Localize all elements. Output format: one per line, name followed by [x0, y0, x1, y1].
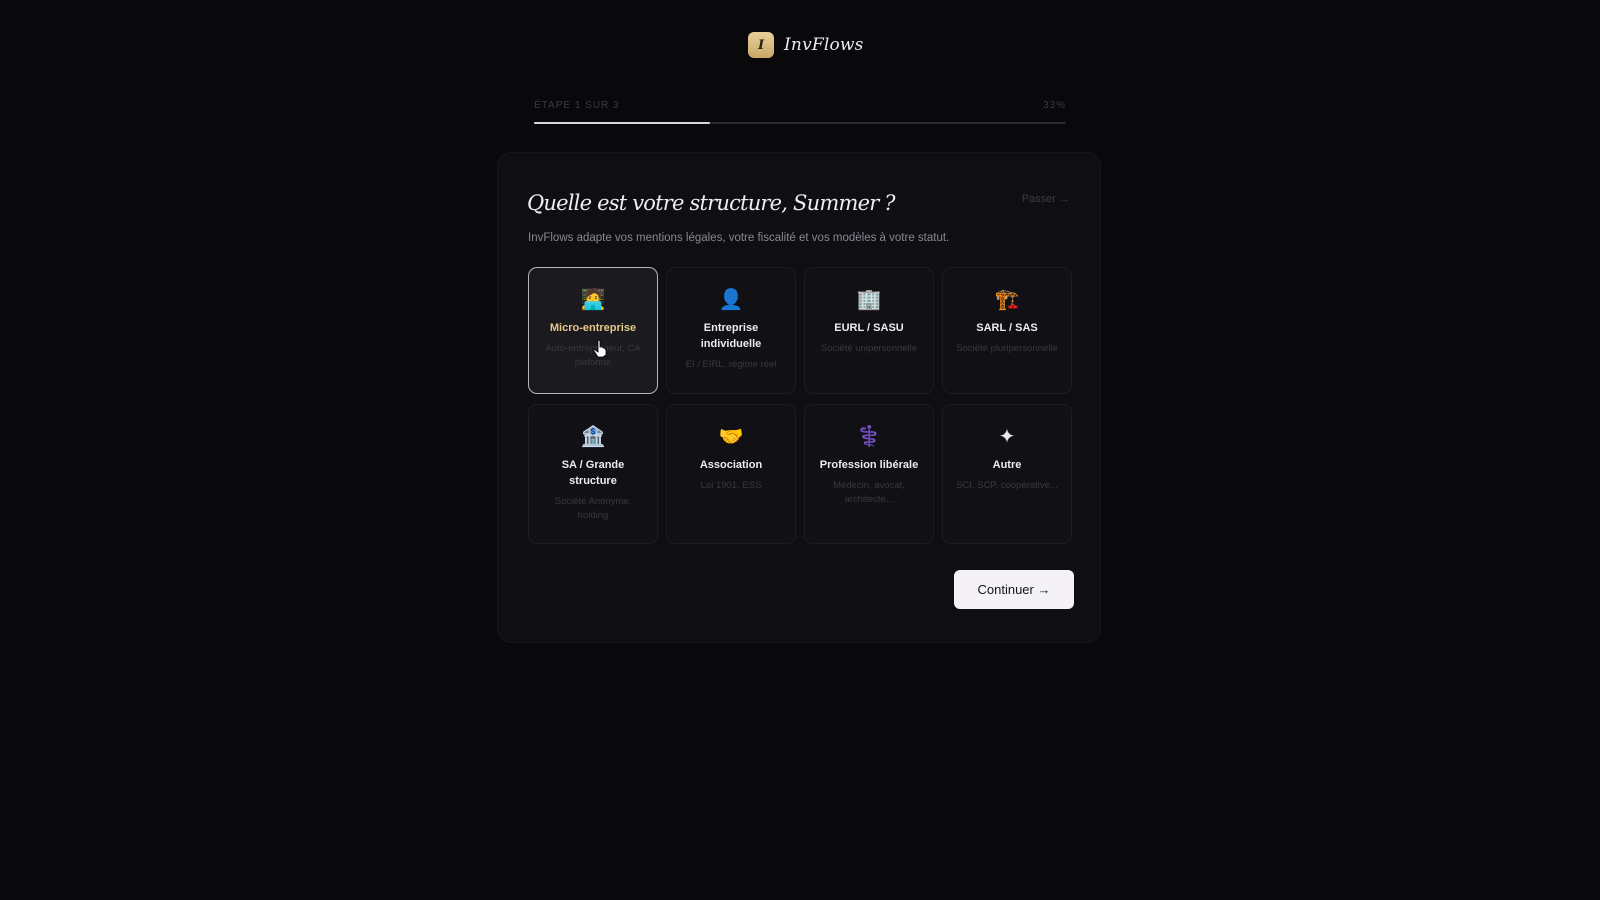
- option-description: Médecin, avocat, architecte...: [833, 480, 905, 505]
- app-name: InvFlows: [784, 35, 864, 55]
- office-building-icon: 🏢: [856, 287, 882, 311]
- construction-icon: 🏗️: [994, 287, 1020, 311]
- option-description: Société pluripersonnelle: [956, 343, 1058, 354]
- option-description: Société Anonyme, holding: [554, 496, 632, 521]
- structure-option-entreprise-individuelle[interactable]: 👤 Entreprise individuelle EI / EIRL, régim…: [666, 267, 796, 394]
- option-label: Association: [699, 459, 763, 471]
- medical-icon: ⚕️: [856, 424, 882, 448]
- progress-track: [534, 122, 1066, 124]
- person-icon: 👤: [718, 287, 744, 311]
- onboarding-page: I InvFlows ÉTAPE 1 SUR 3 33% Passer → Qu…: [0, 0, 1600, 900]
- progress-bar: ÉTAPE 1 SUR 3 33%: [534, 100, 1066, 124]
- option-description: Loi 1901, ESS: [700, 480, 762, 491]
- page-title: Quelle est votre structure, Summer ?: [527, 191, 896, 215]
- option-label: EURL / SASU: [834, 322, 904, 334]
- sparkle-icon: ✦: [998, 424, 1016, 448]
- option-description: EI / EIRL, régime réel: [685, 359, 777, 370]
- structure-option-association[interactable]: 🤝 Association Loi 1901, ESS: [666, 404, 796, 544]
- structure-option-eurl-sasu[interactable]: 🏢 EURL / SASU Société unipersonnelle: [804, 267, 934, 394]
- skip-link[interactable]: Passer →: [1022, 193, 1070, 205]
- page-subtitle: InvFlows adapte vos mentions légales, vo…: [528, 232, 950, 244]
- option-description: SCI, SCP, coopérative...: [956, 480, 1058, 491]
- option-label: SARL / SAS: [976, 322, 1038, 334]
- option-label: Profession libérale: [819, 459, 919, 471]
- option-description: Société unipersonnelle: [820, 343, 918, 354]
- structure-card: Passer → Quelle est votre structure, Sum…: [497, 152, 1101, 643]
- option-label: Micro-entreprise: [549, 322, 637, 334]
- logo-icon: I: [748, 32, 774, 58]
- progress-step-label: ÉTAPE 1 SUR 3: [534, 100, 620, 111]
- option-label: Entreprise individuelle: [700, 322, 762, 350]
- progress-labels: ÉTAPE 1 SUR 3 33%: [534, 100, 1066, 111]
- structure-option-autre[interactable]: ✦ Autre SCI, SCP, coopérative...: [942, 404, 1072, 544]
- structure-option-sarl-sas[interactable]: 🏗️ SARL / SAS Société pluripersonnelle: [942, 267, 1072, 394]
- bank-icon: 🏦: [580, 424, 606, 448]
- progress-percent-label: 33%: [1042, 100, 1066, 111]
- option-label: Autre: [992, 459, 1022, 471]
- hand-cursor-icon: [593, 340, 607, 358]
- structure-options-grid: 🧑‍💻 Micro-entreprise Auto-entrepreneur, CA…: [528, 267, 1073, 544]
- person-laptop-icon: 🧑‍💻: [580, 287, 606, 311]
- option-label: SA / Grande structure: [561, 459, 625, 487]
- handshake-icon: 🤝: [718, 424, 744, 448]
- continue-button[interactable]: Continuer →: [954, 570, 1074, 609]
- app-logo: I InvFlows: [748, 32, 864, 58]
- structure-option-micro-entreprise[interactable]: 🧑‍💻 Micro-entreprise Auto-entrepreneur, CA…: [528, 267, 658, 394]
- structure-option-sa-grande-structure[interactable]: 🏦 SA / Grande structure Société Anonyme, h…: [528, 404, 658, 544]
- structure-option-profession-lib-rale[interactable]: ⚕️ Profession libérale Médecin, avocat, ar…: [804, 404, 934, 544]
- progress-fill: [534, 122, 710, 124]
